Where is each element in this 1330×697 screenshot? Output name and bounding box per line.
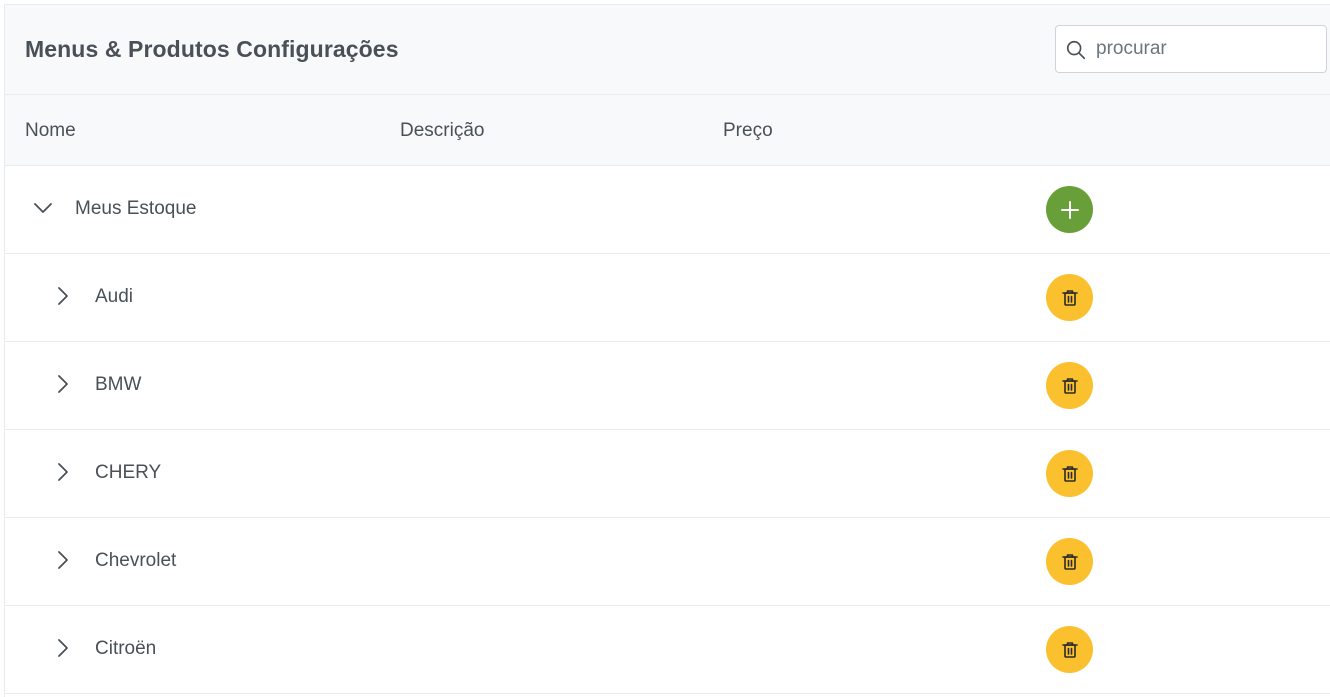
- column-header-price[interactable]: Preço: [723, 120, 773, 142]
- chevron-right-icon[interactable]: [51, 460, 75, 484]
- table-row: Audi: [5, 254, 1330, 342]
- search-box[interactable]: [1055, 25, 1327, 73]
- delete-button[interactable]: [1046, 362, 1093, 409]
- table-row: Chevrolet: [5, 518, 1330, 606]
- trash-icon: [1061, 465, 1078, 482]
- row-label: Chevrolet: [95, 550, 177, 571]
- trash-icon: [1061, 553, 1078, 570]
- column-header-description[interactable]: Descrição: [400, 120, 484, 142]
- trash-icon: [1061, 289, 1078, 306]
- search-input[interactable]: [1096, 26, 1321, 72]
- plus-icon: [1060, 200, 1079, 219]
- column-header-row: Nome Descrição Preço: [5, 95, 1330, 166]
- column-header-name[interactable]: Nome: [25, 120, 76, 142]
- row-label: BMW: [95, 374, 142, 395]
- add-button[interactable]: [1046, 186, 1093, 233]
- table-header-bar: Menus & Produtos Configurações: [5, 5, 1330, 95]
- tree-table-panel: Menus & Produtos Configurações Nome Desc…: [4, 4, 1330, 697]
- delete-button[interactable]: [1046, 274, 1093, 321]
- row-label: Citroën: [95, 638, 157, 659]
- table-row: Citroën: [5, 606, 1330, 694]
- chevron-right-icon[interactable]: [51, 372, 75, 396]
- table-row: Meus Estoque: [5, 166, 1330, 254]
- delete-button[interactable]: [1046, 538, 1093, 585]
- trash-icon: [1061, 641, 1078, 658]
- delete-button[interactable]: [1046, 450, 1093, 497]
- row-label: CHERY: [95, 462, 162, 483]
- table-row: BMW: [5, 342, 1330, 430]
- trash-icon: [1061, 377, 1078, 394]
- chevron-right-icon[interactable]: [51, 548, 75, 572]
- tree-table-body: Meus Estoque Audi BMW CHERY Chevrolet Ci…: [5, 166, 1330, 694]
- chevron-right-icon[interactable]: [51, 636, 75, 660]
- delete-button[interactable]: [1046, 626, 1093, 673]
- row-label: Audi: [95, 286, 134, 307]
- search-icon: [1066, 40, 1086, 60]
- table-row: CHERY: [5, 430, 1330, 518]
- chevron-right-icon[interactable]: [51, 284, 75, 308]
- row-label: Meus Estoque: [75, 198, 197, 219]
- page-title: Menus & Produtos Configurações: [25, 36, 399, 62]
- chevron-down-icon[interactable]: [31, 196, 55, 220]
